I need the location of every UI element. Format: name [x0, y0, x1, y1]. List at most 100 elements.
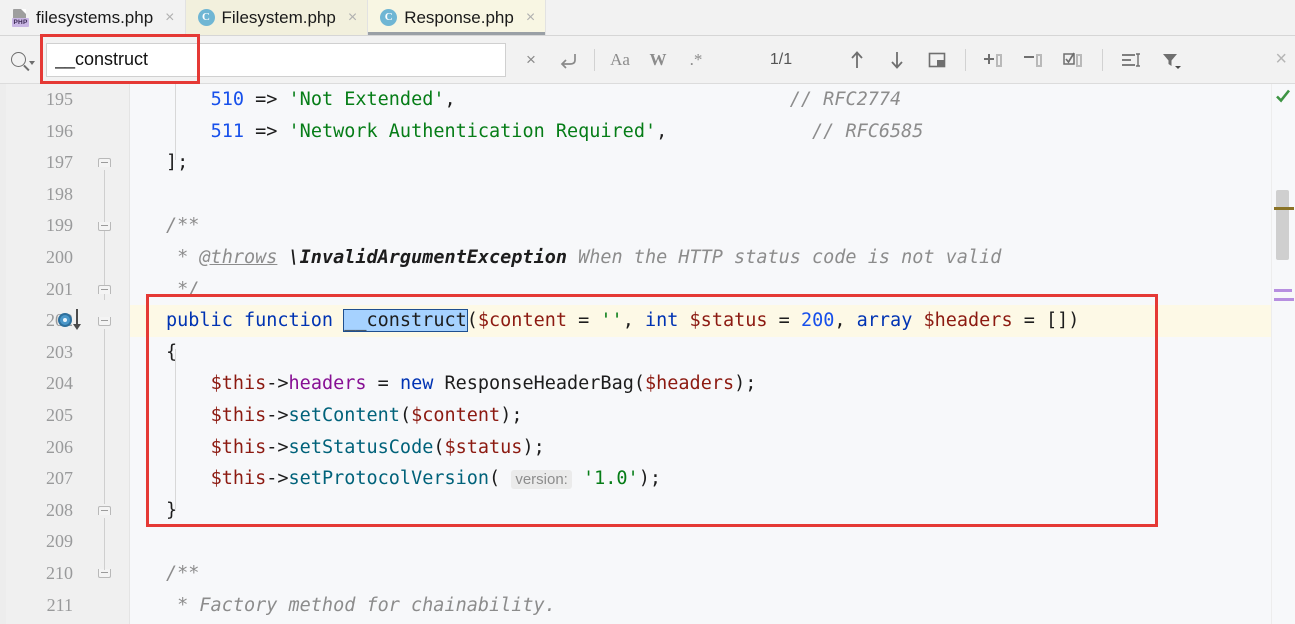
class-icon: C	[197, 9, 215, 26]
open-in-find-window-button[interactable]	[919, 43, 955, 77]
code-line[interactable]: $this->setContent($content);	[130, 400, 1271, 432]
implementation-marker-icon[interactable]	[58, 313, 72, 327]
code-line[interactable]	[130, 179, 1271, 211]
add-clause-icon	[984, 53, 1002, 67]
search-input[interactable]	[47, 43, 505, 76]
tab-filesystem-php[interactable]: C Filesystem.php ×	[185, 0, 369, 35]
close-find-bar-icon[interactable]: ×	[1275, 48, 1287, 71]
line-number: 196	[46, 120, 73, 141]
code-token: (	[399, 404, 412, 426]
code-token: headers	[288, 373, 367, 395]
code-line[interactable]: /**	[130, 210, 1271, 242]
code-line[interactable]: $this->setProtocolVersion( version: '1.0…	[130, 463, 1271, 495]
code-line[interactable]: * Factory method for chainability.	[130, 590, 1271, 622]
code-token: ->	[266, 404, 289, 426]
whole-words-button[interactable]: W	[639, 43, 677, 77]
add-criteria-button[interactable]	[976, 43, 1012, 77]
code-line[interactable]	[130, 526, 1271, 558]
next-match-button[interactable]	[879, 43, 915, 77]
regex-button[interactable]: .*	[677, 43, 715, 77]
code-line[interactable]: public function __construct($content = '…	[130, 305, 1271, 337]
fold-open-icon-208[interactable]	[98, 506, 111, 515]
preserve-case-button[interactable]	[1113, 43, 1149, 77]
match-case-button[interactable]: Aa	[601, 43, 639, 77]
code-token: $this	[210, 468, 267, 490]
code-line[interactable]: /**	[130, 558, 1271, 590]
match-counter: 1/1	[769, 50, 793, 68]
code-token: $status	[444, 436, 523, 458]
tab-close-icon[interactable]: ×	[526, 9, 535, 26]
filter-button[interactable]	[1153, 43, 1189, 77]
overridden-arrow-icon	[73, 309, 81, 330]
tab-close-icon[interactable]: ×	[165, 9, 174, 26]
code-token: new	[399, 373, 434, 395]
tab-label: Response.php	[404, 7, 514, 27]
arrow-up-icon	[851, 50, 863, 68]
indent-guide	[175, 349, 176, 509]
code-line[interactable]: $this->setStatusCode($status);	[130, 432, 1271, 464]
code-token: /**	[166, 562, 200, 584]
code-token: $headers	[645, 373, 735, 395]
toggle-criteria-button[interactable]	[1056, 43, 1092, 77]
indent-icon	[1122, 52, 1140, 67]
code-token: );	[522, 436, 545, 458]
reset-search-icon[interactable]	[550, 43, 588, 77]
code-token: \InvalidArgumentException	[288, 246, 567, 268]
code-content[interactable]: 510 => 'Not Extended', // RFC2774 511 =>…	[130, 84, 1271, 624]
code-token: $headers	[923, 310, 1013, 332]
code-token: ''	[600, 310, 623, 332]
code-token: __construct	[343, 309, 468, 333]
code-token: $content	[477, 310, 567, 332]
tab-label: filesystems.php	[36, 7, 154, 27]
class-icon: C	[380, 9, 398, 26]
fold-close-icon-202[interactable]	[98, 317, 111, 326]
code-token: ResponseHeaderBag	[444, 373, 634, 395]
tab-filesystems-php[interactable]: PHP filesystems.php ×	[0, 0, 186, 35]
toggle-clause-icon	[1063, 52, 1082, 67]
code-line[interactable]: {	[130, 337, 1271, 369]
code-token: public	[166, 310, 233, 332]
code-token: $this	[210, 373, 267, 395]
code-token: (	[633, 373, 645, 395]
code-token: );	[734, 373, 757, 395]
fold-close-icon-210[interactable]	[98, 569, 111, 578]
search-icon[interactable]	[0, 52, 46, 67]
code-token: 200	[800, 310, 835, 332]
remove-criteria-button[interactable]	[1016, 43, 1052, 77]
code-line[interactable]: */	[130, 274, 1271, 306]
code-token: $content	[411, 404, 501, 426]
code-line[interactable]: $this->headers = new ResponseHeaderBag($…	[130, 368, 1271, 400]
line-number: 209	[46, 531, 73, 552]
tab-close-icon[interactable]: ×	[348, 9, 357, 26]
fold-close-icon-199[interactable]	[98, 222, 111, 231]
previous-match-button[interactable]	[839, 43, 875, 77]
filter-icon	[1163, 53, 1181, 69]
search-input-wrapper[interactable]	[46, 42, 506, 77]
tab-response-php[interactable]: C Response.php ×	[368, 0, 547, 35]
inspection-gutter[interactable]	[1271, 84, 1295, 624]
code-token: setStatusCode	[288, 436, 434, 458]
code-line[interactable]: * @throws \InvalidArgumentException When…	[130, 242, 1271, 274]
clear-search-icon[interactable]: ×	[512, 43, 550, 77]
fold-open-icon-197[interactable]	[98, 158, 111, 167]
fold-open-icon-201[interactable]	[98, 285, 111, 294]
code-line[interactable]: ];	[130, 147, 1271, 179]
code-line[interactable]: }	[130, 495, 1271, 527]
code-token: *	[166, 246, 200, 268]
code-token: 511	[210, 120, 244, 142]
editor-scrollbar-thumb[interactable]	[1276, 190, 1289, 260]
line-number: 198	[46, 183, 73, 204]
code-line[interactable]: 510 => 'Not Extended', // RFC2774	[130, 84, 1271, 116]
code-line[interactable]: 511 => 'Network Authentication Required'…	[130, 116, 1271, 148]
line-number-gutter[interactable]: 1951961971981992002012022032042052062072…	[0, 84, 130, 624]
code-token: setContent	[288, 404, 400, 426]
code-token: setProtocolVersion	[288, 468, 490, 490]
